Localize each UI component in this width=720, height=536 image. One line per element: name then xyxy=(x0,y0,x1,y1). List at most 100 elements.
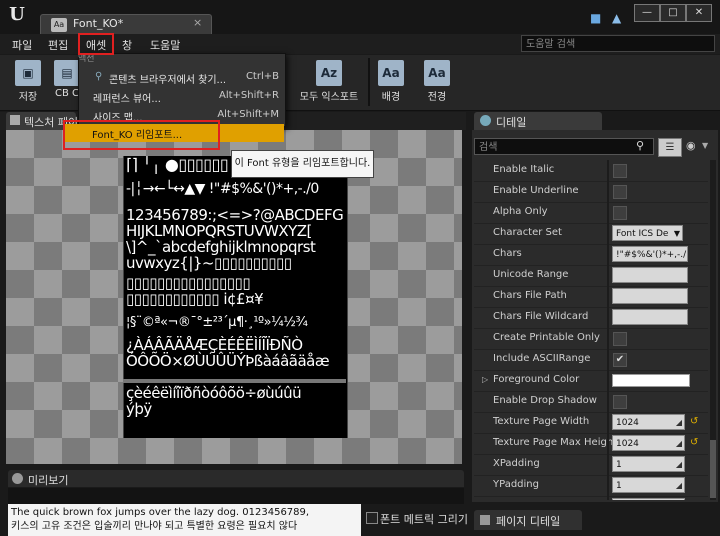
color-swatch[interactable] xyxy=(612,374,690,387)
property-column-divider[interactable] xyxy=(607,454,609,475)
document-tab-label: Font_KO* xyxy=(73,17,124,30)
property-text-field[interactable] xyxy=(612,267,688,283)
property-row: Texture Page Width 1024 ◢ ↺ xyxy=(474,412,708,434)
property-text-field[interactable] xyxy=(612,288,688,304)
property-number-field[interactable]: 1 ◢ xyxy=(612,456,685,472)
export-all-button[interactable]: Az 모두 익스포트 xyxy=(294,56,364,108)
property-text-field[interactable] xyxy=(612,309,688,325)
save-button[interactable]: ▣ 저장 xyxy=(6,56,50,108)
property-row: Alpha Only xyxy=(474,202,708,224)
spinner-icon: ◢ xyxy=(675,439,682,448)
property-column-divider[interactable] xyxy=(607,223,609,244)
property-row: Unicode Range xyxy=(474,265,708,287)
property-label: Unicode Range xyxy=(493,269,569,280)
property-text-field[interactable]: !"#$%&'()*+,-./ xyxy=(612,246,688,262)
number-value: 1024 xyxy=(616,439,639,449)
property-column-divider[interactable] xyxy=(607,328,609,349)
reset-to-default-icon[interactable]: ↺ xyxy=(690,416,698,427)
expand-arrow-icon[interactable]: ▷ xyxy=(482,375,488,384)
save-icon: ▣ xyxy=(15,60,41,86)
preview-tab[interactable]: 미리보기 xyxy=(8,470,464,487)
property-column-divider[interactable] xyxy=(607,160,609,181)
property-column-divider[interactable] xyxy=(607,475,609,496)
spinner-icon: ◢ xyxy=(675,460,682,469)
property-checkbox[interactable] xyxy=(613,395,627,409)
speech-bubble-icon[interactable]: ■ xyxy=(590,11,601,25)
property-column-divider[interactable] xyxy=(607,202,609,223)
background-button[interactable]: Aa 배경 xyxy=(374,56,408,108)
property-column-divider[interactable] xyxy=(607,307,609,328)
glyph-row: ▯▯▯▯▯▯▯▯▯▯▯▯ i¢£¤¥ xyxy=(126,290,264,308)
property-column-divider[interactable] xyxy=(607,244,609,265)
minimize-button[interactable]: — xyxy=(634,4,660,22)
menu-file[interactable]: 파일 xyxy=(12,37,32,53)
property-label: Chars File Path xyxy=(493,290,567,301)
page-details-tab[interactable]: 페이지 디테일 xyxy=(474,510,582,530)
find-in-content-browser-item[interactable]: ⚲ 콘텐츠 브라우저에서 찾기... Ctrl+B xyxy=(79,68,285,86)
property-checkbox[interactable] xyxy=(613,164,627,178)
content-browser-label: CB C xyxy=(54,88,79,99)
highlight-asset-menu xyxy=(78,33,114,55)
property-column-divider[interactable] xyxy=(607,286,609,307)
details-scrollbar-thumb[interactable] xyxy=(710,440,716,498)
page-icon xyxy=(480,515,490,525)
property-number-field[interactable]: 1 ◢ xyxy=(612,477,685,493)
number-value: 1024 xyxy=(616,418,639,428)
property-matrix-button[interactable]: ☰ xyxy=(658,138,682,157)
foreground-font-icon: Aa xyxy=(424,60,450,86)
glyph-row: uvwxyz{|}~▯▯▯▯▯▯▯▯▯▯ xyxy=(126,254,292,272)
visibility-eye-icon[interactable]: ◉ xyxy=(686,139,696,152)
dropdown-value: Font ICS De xyxy=(616,229,669,239)
toolbar-separator xyxy=(368,58,370,106)
graduation-cap-icon[interactable]: ▲ xyxy=(612,11,621,25)
property-column-divider[interactable] xyxy=(607,496,609,500)
preview-text-input[interactable]: The quick brown fox jumps over the lazy … xyxy=(8,504,361,536)
magnifier-icon[interactable]: ⚲ xyxy=(636,139,644,152)
details-search-input[interactable]: 검색 xyxy=(474,138,654,155)
preview-text-line-2: 키스의 고유 조건은 입술끼리 만나야 되고 특별한 요령은 필요치 않다 xyxy=(11,521,298,532)
help-search-input[interactable]: 도움말 검색 xyxy=(521,35,715,52)
property-row: ▷ Foreground Color xyxy=(474,370,708,392)
property-column-divider[interactable] xyxy=(607,412,609,433)
property-number-field[interactable]: 1024 ◢ xyxy=(612,414,685,430)
glyph-row: ýþÿ xyxy=(126,400,152,418)
texture-page-divider xyxy=(123,379,346,383)
property-row: YPadding 1 ◢ xyxy=(474,475,708,497)
property-row: XPadding 1 ◢ xyxy=(474,454,708,476)
page-details-tab-label: 페이지 디테일 xyxy=(496,515,561,528)
character-set-dropdown[interactable]: Font ICS De ▼ xyxy=(612,225,683,241)
property-checkbox[interactable]: ✔ xyxy=(613,353,627,367)
property-row: Enable Drop Shadow xyxy=(474,391,708,413)
property-label: Alpha Only xyxy=(493,206,548,217)
property-column-divider[interactable] xyxy=(607,370,609,391)
details-tab[interactable]: 디테일 xyxy=(474,112,602,130)
property-number-field[interactable]: 0◢ xyxy=(612,498,685,500)
property-label: Texture Page Width xyxy=(493,416,590,427)
document-tab[interactable]: Aa Font_KO* × xyxy=(40,14,212,35)
close-tab-icon[interactable]: × xyxy=(193,16,202,29)
property-row: Create Printable Only xyxy=(474,328,708,350)
property-column-divider[interactable] xyxy=(607,433,609,454)
draw-font-metrics-checkbox[interactable] xyxy=(366,512,378,524)
property-checkbox[interactable] xyxy=(613,185,627,199)
chevron-down-icon[interactable]: ▼ xyxy=(702,141,708,150)
menu-help[interactable]: 도움말 xyxy=(150,37,180,53)
property-column-divider[interactable] xyxy=(607,265,609,286)
property-number-field[interactable]: 1024 ◢ xyxy=(612,435,685,451)
property-column-divider[interactable] xyxy=(607,391,609,412)
foreground-button[interactable]: Aa 전경 xyxy=(420,56,454,108)
property-checkbox[interactable] xyxy=(613,332,627,346)
property-checkbox[interactable] xyxy=(613,206,627,220)
export-all-label: 모두 익스포트 xyxy=(299,92,359,103)
spinner-icon: ◢ xyxy=(676,499,682,500)
menu-window[interactable]: 창 xyxy=(122,37,132,53)
property-column-divider[interactable] xyxy=(607,349,609,370)
reference-viewer-item[interactable]: 레퍼런스 뷰어... Alt+Shift+R xyxy=(79,87,285,105)
property-list: Enable Italic Enable Underline Alpha Only C… xyxy=(474,160,708,500)
property-row: Include ASCIIRange ✔ xyxy=(474,349,708,371)
maximize-button[interactable]: □ xyxy=(660,4,686,22)
reset-to-default-icon[interactable]: ↺ xyxy=(690,437,698,448)
close-window-button[interactable]: ✕ xyxy=(686,4,712,22)
menu-edit[interactable]: 편집 xyxy=(48,37,68,53)
property-column-divider[interactable] xyxy=(607,181,609,202)
